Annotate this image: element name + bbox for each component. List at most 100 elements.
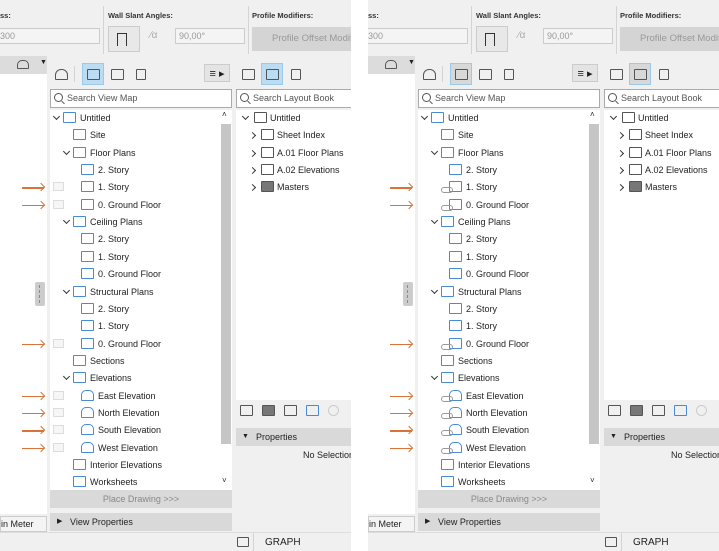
chevron-down-icon[interactable] [62, 147, 71, 155]
publisher-sets-button[interactable] [130, 63, 152, 85]
view-map-item[interactable]: Ceiling Plans [418, 214, 588, 230]
update-icon[interactable] [328, 405, 339, 416]
view-map-item[interactable]: East Elevation [50, 388, 220, 404]
chevron-right-icon[interactable] [248, 132, 257, 140]
chevron-down-icon[interactable] [609, 112, 618, 121]
view-map-item[interactable]: 1. Story [418, 179, 588, 195]
settings-icon[interactable] [306, 405, 319, 416]
layout-book-item[interactable]: Sheet Index [236, 127, 351, 143]
wall-slant-type-button[interactable] [108, 26, 140, 52]
view-map-item[interactable]: Floor Plans [50, 145, 220, 161]
layout-book-item[interactable]: Untitled [236, 110, 351, 126]
view-map-item[interactable]: North Elevation [50, 405, 220, 421]
view-map-item[interactable]: 0. Ground Floor [50, 266, 220, 282]
layout-book-item[interactable]: A.02 Elevations [236, 162, 351, 178]
scrollbar-thumb[interactable] [221, 124, 231, 444]
view-map-item[interactable]: Interior Elevations [50, 457, 220, 473]
view-map-item[interactable]: South Elevation [50, 422, 220, 438]
view-map-item[interactable]: West Elevation [50, 440, 220, 456]
search-layout-book-input[interactable]: Search Layout Book [236, 89, 351, 108]
chevron-down-icon[interactable] [62, 286, 71, 294]
view-map-item[interactable]: 2. Story [50, 231, 220, 247]
place-drawing-button[interactable]: Place Drawing >>> [50, 490, 232, 508]
chevron-down-icon[interactable] [430, 286, 439, 294]
profile-offset-button[interactable]: Profile Offset Modif [620, 27, 719, 51]
new-layout-icon[interactable] [608, 405, 621, 416]
navigator-menu-button[interactable]: ≡ ▸ [572, 64, 598, 82]
view-map-item[interactable]: South Elevation [418, 422, 588, 438]
window-icon[interactable] [605, 537, 617, 547]
chevron-down-icon[interactable] [430, 373, 439, 381]
publisher-sets-button[interactable] [498, 63, 520, 85]
chevron-right-icon[interactable] [248, 167, 257, 175]
view-map-item[interactable]: Structural Plans [418, 284, 588, 300]
scale-menu[interactable]: in Meter [368, 516, 415, 532]
chevron-right-icon[interactable] [616, 184, 625, 192]
view-map-item[interactable]: Elevations [418, 370, 588, 386]
view-map-item[interactable]: 0. Ground Floor [418, 266, 588, 282]
view-map-item[interactable]: 2. Story [418, 301, 588, 317]
new-layout-icon[interactable] [240, 405, 253, 416]
chevron-down-icon[interactable] [430, 147, 439, 155]
scrollbar[interactable]: ˄ ˅ [220, 110, 232, 490]
view-map-item[interactable]: 0. Ground Floor [50, 336, 220, 352]
view-map-item[interactable]: Untitled [50, 110, 220, 126]
view-map-item[interactable]: Worksheets [418, 474, 588, 490]
chevron-down-icon[interactable] [430, 217, 439, 225]
scrollbar-thumb[interactable] [589, 124, 599, 444]
scrollbar[interactable]: ˄ ˅ [588, 110, 600, 490]
settings-icon[interactable] [674, 405, 687, 416]
layout-book-item[interactable]: A.01 Floor Plans [604, 145, 719, 161]
lb-publisher-button[interactable] [285, 63, 307, 85]
view-map-item[interactable]: 2. Story [418, 231, 588, 247]
view-map-item[interactable]: Interior Elevations [418, 457, 588, 473]
chevron-right-icon[interactable] [248, 149, 257, 157]
view-properties-toggle[interactable]: ▶ View Properties [418, 513, 600, 531]
new-master-icon[interactable] [262, 405, 275, 416]
splitter-handle[interactable] [403, 282, 413, 306]
view-mode-icon[interactable] [385, 60, 397, 69]
project-map-button[interactable] [50, 63, 72, 85]
view-map-item[interactable]: North Elevation [418, 405, 588, 421]
thickness-field[interactable]: 300 [0, 28, 100, 44]
properties-toggle[interactable]: ▼ Properties [236, 428, 351, 446]
view-map-item[interactable]: Floor Plans [418, 145, 588, 161]
lb-view-map-button[interactable] [605, 63, 627, 85]
graphics-label[interactable]: GRAPH [265, 537, 301, 548]
chevron-right-icon[interactable] [616, 149, 625, 157]
view-map-item[interactable]: Worksheets [50, 474, 220, 490]
view-map-item[interactable]: 2. Story [418, 162, 588, 178]
view-map-item[interactable]: 1. Story [418, 249, 588, 265]
place-drawing-button[interactable]: Place Drawing >>> [418, 490, 600, 508]
chevron-down-icon[interactable] [241, 112, 250, 121]
graphics-label[interactable]: GRAPH [633, 537, 669, 548]
layout-book-item[interactable]: Sheet Index [604, 127, 719, 143]
view-map-item[interactable]: West Elevation [418, 440, 588, 456]
view-map-item[interactable]: 2. Story [50, 301, 220, 317]
wall-slant-type-button[interactable] [476, 26, 508, 52]
view-map-item[interactable]: Elevations [50, 370, 220, 386]
update-icon[interactable] [696, 405, 707, 416]
layout-book-item[interactable]: A.02 Elevations [604, 162, 719, 178]
layout-book-item[interactable]: A.01 Floor Plans [236, 145, 351, 161]
view-map-item[interactable]: 0. Ground Floor [50, 197, 220, 213]
layout-book-button[interactable] [474, 63, 496, 85]
view-map-item[interactable]: 1. Story [50, 179, 220, 195]
chevron-down-icon[interactable] [52, 112, 61, 121]
slant-angle-field[interactable]: 90,00° [543, 28, 613, 44]
chevron-down-icon[interactable] [420, 112, 429, 121]
thickness-field[interactable]: 300 [368, 28, 468, 44]
slant-angle-field[interactable]: 90,00° [175, 28, 245, 44]
layout-book-item[interactable]: Masters [236, 179, 351, 195]
chevron-down-icon[interactable] [62, 373, 71, 381]
view-map-item[interactable]: East Elevation [418, 388, 588, 404]
search-layout-book-input[interactable]: Search Layout Book [604, 89, 719, 108]
view-map-item[interactable]: Site [418, 127, 588, 143]
chevron-right-icon[interactable] [616, 167, 625, 175]
new-subset-icon[interactable] [284, 405, 297, 416]
layout-book-button[interactable] [106, 63, 128, 85]
dropdown-icon[interactable]: ▼ [408, 59, 415, 66]
properties-toggle[interactable]: ▼ Properties [604, 428, 719, 446]
window-icon[interactable] [237, 537, 249, 547]
project-map-button[interactable] [418, 63, 440, 85]
